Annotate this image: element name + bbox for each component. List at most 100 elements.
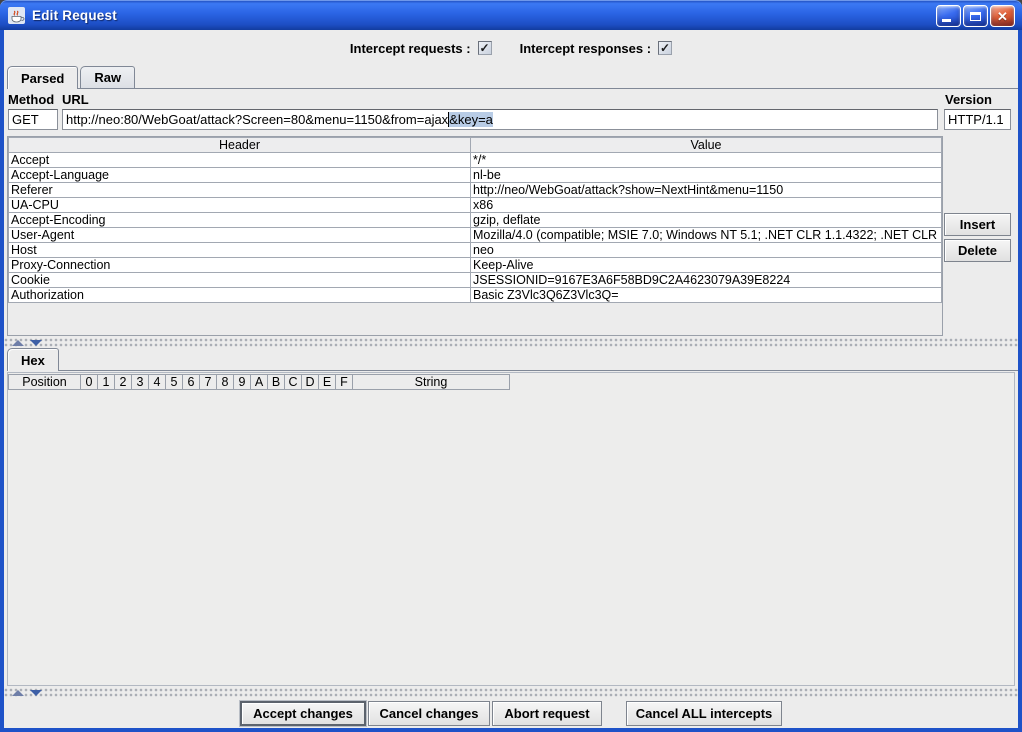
hex-col[interactable]: 4 (148, 374, 166, 390)
delete-button[interactable]: Delete (944, 239, 1011, 262)
abort-request-button[interactable]: Abort request (492, 701, 602, 726)
table-row: User-AgentMozilla/4.0 (compatible; MSIE … (9, 228, 942, 243)
value-cell[interactable]: nl-be (471, 168, 942, 183)
hex-col[interactable]: 7 (199, 374, 217, 390)
hex-col[interactable]: 1 (97, 374, 115, 390)
value-cell[interactable]: Basic Z3Vlc3Q6Z3Vlc3Q= (471, 288, 942, 303)
close-icon: ✕ (997, 10, 1008, 23)
window-content: Intercept requests : ✓ Intercept respons… (4, 30, 1018, 728)
table-row: UA-CPUx86 (9, 198, 942, 213)
header-cell[interactable]: Accept-Encoding (9, 213, 471, 228)
url-label: URL (62, 92, 89, 107)
header-cell[interactable]: Cookie (9, 273, 471, 288)
value-cell[interactable]: Keep-Alive (471, 258, 942, 273)
header-cell[interactable]: Authorization (9, 288, 471, 303)
version-field[interactable]: HTTP/1.1 (944, 109, 1011, 130)
intercept-requests-checkbox[interactable]: ✓ (478, 41, 492, 55)
url-selected-text: &key=a (448, 112, 493, 127)
hex-col[interactable]: B (267, 374, 285, 390)
split-divider[interactable] (4, 338, 1018, 347)
intercept-responses-label: Intercept responses : (520, 41, 652, 56)
accept-changes-button[interactable]: Accept changes (240, 701, 366, 726)
footer-button-bar: Accept changes Cancel changes Abort requ… (4, 700, 1018, 726)
column-header-header[interactable]: Header (9, 138, 471, 153)
hex-col[interactable]: 2 (114, 374, 132, 390)
value-cell[interactable]: JSESSIONID=9167E3A6F58BD9C2A4623079A39E8… (471, 273, 942, 288)
table-row: Hostneo (9, 243, 942, 258)
intercept-requests-label: Intercept requests : (350, 41, 471, 56)
split-divider[interactable] (4, 688, 1018, 697)
header-cell[interactable]: User-Agent (9, 228, 471, 243)
table-row: Accept-Languagenl-be (9, 168, 942, 183)
close-button[interactable]: ✕ (990, 5, 1015, 27)
table-row: Refererhttp://neo/WebGoat/attack?show=Ne… (9, 183, 942, 198)
hex-col[interactable]: D (301, 374, 319, 390)
url-text: http://neo:80/WebGoat/attack?Screen=80&m… (66, 112, 448, 127)
edit-request-window: Edit Request ✕ Intercept requests : ✓ In… (0, 0, 1022, 732)
intercept-responses-checkbox[interactable]: ✓ (658, 41, 672, 55)
hex-col[interactable]: A (250, 374, 268, 390)
hex-col[interactable]: 6 (182, 374, 200, 390)
table-row: Proxy-ConnectionKeep-Alive (9, 258, 942, 273)
hex-table-header: Position 0 1 2 3 4 5 6 7 8 9 A B C D E F… (8, 374, 1014, 390)
title-bar[interactable]: Edit Request ✕ (0, 0, 1022, 30)
checkmark-icon: ✓ (660, 42, 670, 54)
cancel-all-intercepts-button[interactable]: Cancel ALL intercepts (626, 701, 782, 726)
tab-hex[interactable]: Hex (7, 348, 59, 371)
header-cell[interactable]: Proxy-Connection (9, 258, 471, 273)
collapse-down-icon[interactable] (30, 340, 42, 346)
table-row: CookieJSESSIONID=9167E3A6F58BD9C2A462307… (9, 273, 942, 288)
method-label: Method (8, 92, 54, 107)
table-row: AuthorizationBasic Z3Vlc3Q6Z3Vlc3Q= (9, 288, 942, 303)
version-label: Version (945, 92, 992, 107)
header-cell[interactable]: Host (9, 243, 471, 258)
hex-table-viewport (8, 390, 1014, 686)
value-cell[interactable]: */* (471, 153, 942, 168)
value-cell[interactable]: Mozilla/4.0 (compatible; MSIE 7.0; Windo… (471, 228, 942, 243)
hex-col[interactable]: 0 (80, 374, 98, 390)
intercept-panel: Intercept requests : ✓ Intercept respons… (4, 35, 1018, 61)
method-field[interactable]: GET (8, 109, 58, 130)
tab-parsed[interactable]: Parsed (7, 66, 78, 89)
hex-col[interactable]: 5 (165, 374, 183, 390)
table-header-row: Header Value (9, 138, 942, 153)
hex-col[interactable]: 8 (216, 374, 234, 390)
hex-col[interactable]: C (284, 374, 302, 390)
value-cell[interactable]: x86 (471, 198, 942, 213)
hex-col-string[interactable]: String (352, 374, 510, 390)
header-cell[interactable]: Referer (9, 183, 471, 198)
headers-table: Header Value Accept*/* Accept-Languagenl… (8, 137, 942, 303)
maximize-button[interactable] (963, 5, 988, 27)
collapse-up-icon[interactable] (12, 690, 24, 696)
checkmark-icon: ✓ (480, 42, 490, 54)
java-coffee-icon (8, 7, 25, 24)
table-row: Accept-Encodinggzip, deflate (9, 213, 942, 228)
minimize-button[interactable] (936, 5, 961, 27)
tab-raw[interactable]: Raw (80, 66, 135, 88)
url-field[interactable]: http://neo:80/WebGoat/attack?Screen=80&m… (62, 109, 938, 130)
collapse-down-icon[interactable] (30, 690, 42, 696)
headers-scrollpane: Header Value Accept*/* Accept-Languagenl… (7, 136, 943, 336)
insert-button[interactable]: Insert (944, 213, 1011, 236)
value-cell[interactable]: gzip, deflate (471, 213, 942, 228)
window-title: Edit Request (32, 8, 117, 23)
hex-col-position[interactable]: Position (8, 374, 81, 390)
maximize-icon (970, 12, 981, 21)
table-row: Accept*/* (9, 153, 942, 168)
hex-col[interactable]: 3 (131, 374, 149, 390)
window-controls: ✕ (936, 5, 1015, 27)
hex-scrollpane: Position 0 1 2 3 4 5 6 7 8 9 A B C D E F… (7, 372, 1015, 686)
request-view-tabs: Parsed Raw (7, 66, 1018, 89)
header-cell[interactable]: UA-CPU (9, 198, 471, 213)
value-cell[interactable]: neo (471, 243, 942, 258)
content-view-tabs: Hex (7, 348, 1018, 371)
column-header-value[interactable]: Value (471, 138, 942, 153)
header-cell[interactable]: Accept (9, 153, 471, 168)
header-cell[interactable]: Accept-Language (9, 168, 471, 183)
hex-col[interactable]: E (318, 374, 336, 390)
collapse-up-icon[interactable] (12, 340, 24, 346)
cancel-changes-button[interactable]: Cancel changes (368, 701, 490, 726)
hex-col[interactable]: 9 (233, 374, 251, 390)
value-cell[interactable]: http://neo/WebGoat/attack?show=NextHint&… (471, 183, 942, 198)
hex-col[interactable]: F (335, 374, 353, 390)
